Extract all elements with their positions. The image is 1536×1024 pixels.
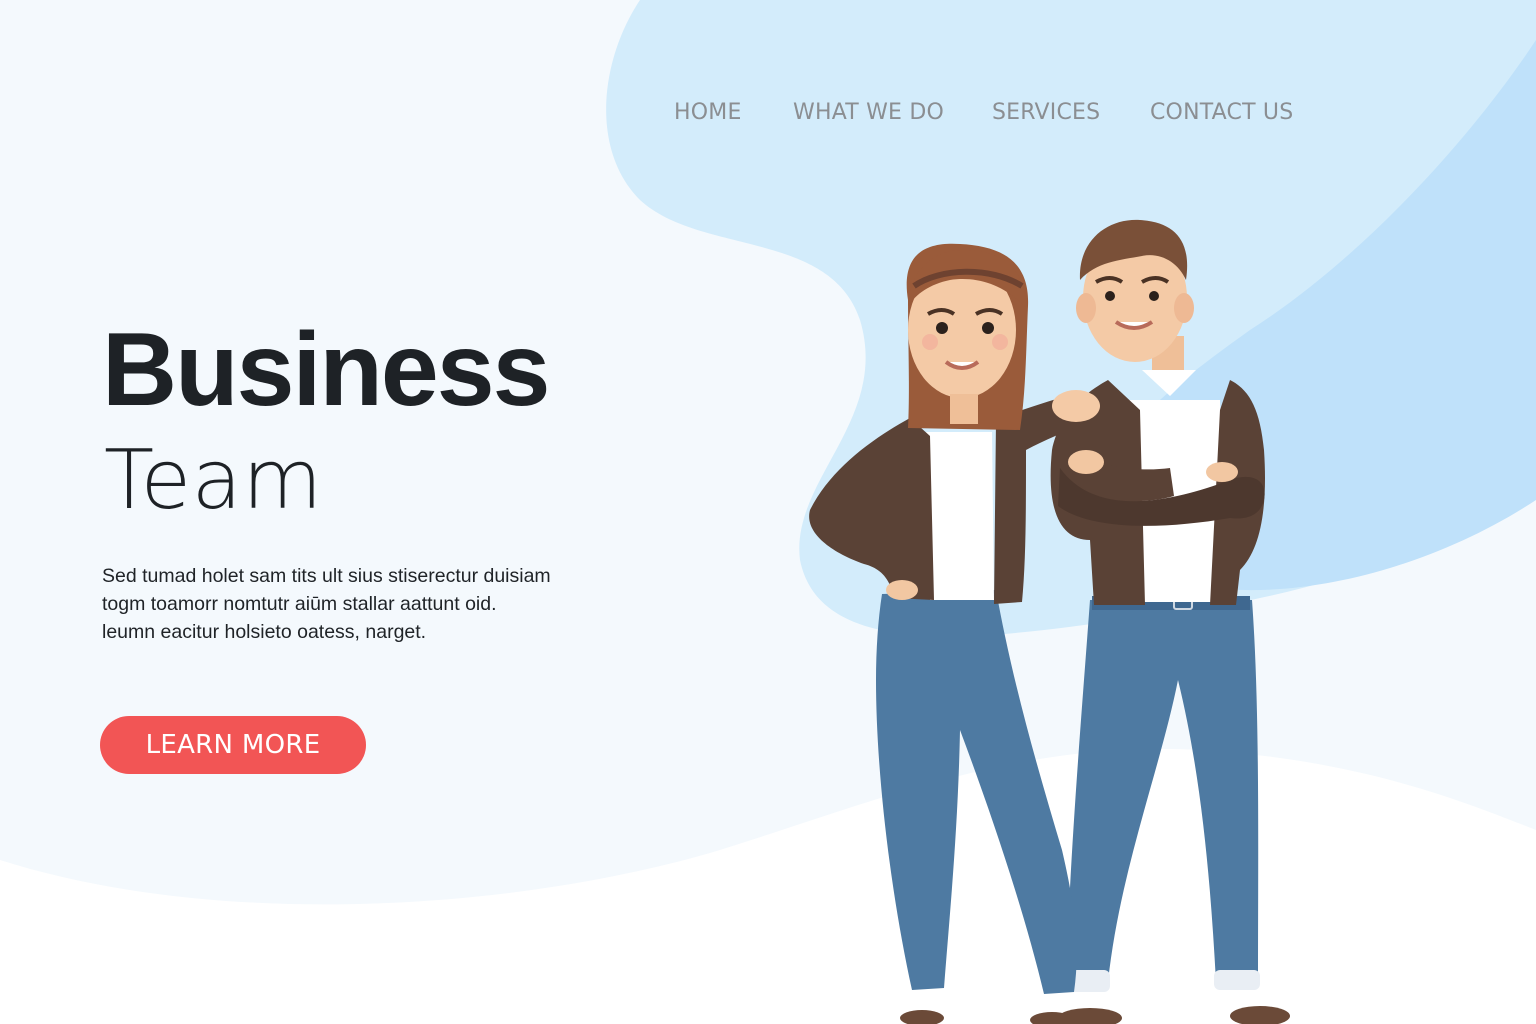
main-nav: HOME WHAT WE DO SERVICES CONTACT US — [0, 100, 1536, 134]
nav-what-we-do[interactable]: WHAT WE DO — [793, 100, 944, 125]
hero-description: Sed tumad holet sam tits ult sius stiser… — [102, 562, 612, 646]
hero-title-secondary: Team — [104, 433, 323, 528]
hero-description-line: leumn eacitur holsieto oatess, narget. — [102, 621, 427, 643]
nav-services[interactable]: SERVICES — [992, 100, 1100, 125]
learn-more-button[interactable]: LEARN MORE — [100, 716, 366, 774]
hero-description-line: togm toamorr nomtutr aiūm stallar aattun… — [102, 593, 497, 615]
hero-description-line: Sed tumad holet sam tits ult sius stiser… — [102, 565, 551, 587]
business-team-illustration — [809, 219, 1290, 1024]
nav-home[interactable]: HOME — [674, 100, 742, 125]
hero-title-primary: Business — [102, 312, 550, 428]
nav-contact-us[interactable]: CONTACT US — [1150, 100, 1293, 125]
